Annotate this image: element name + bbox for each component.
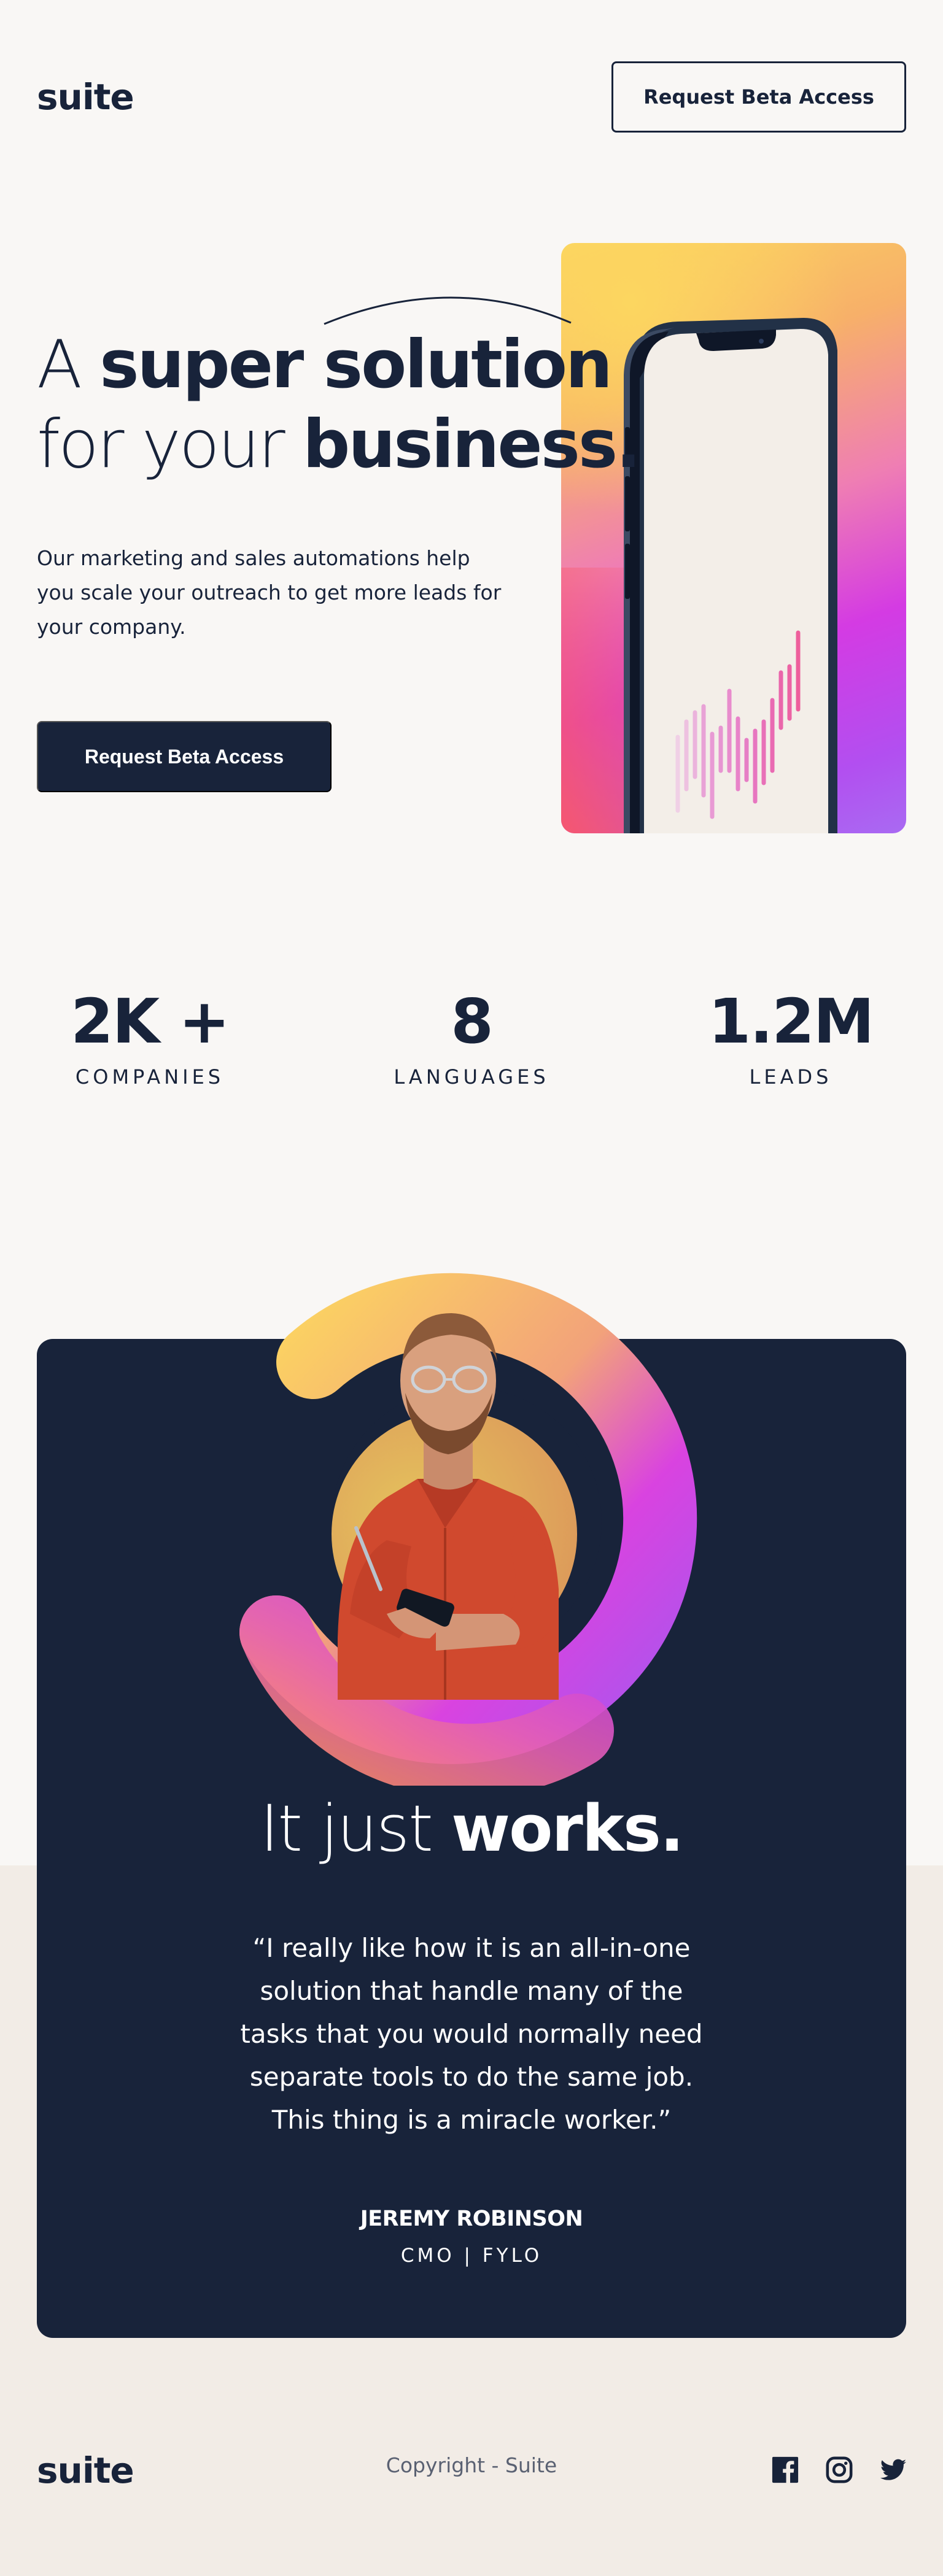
hero-request-access-button[interactable]: Request Beta Access bbox=[37, 721, 332, 792]
header-logo[interactable]: suite bbox=[37, 72, 134, 121]
headline-light-2: for your bbox=[37, 406, 303, 483]
testimonial-author-role: CMO | FYLO bbox=[400, 2245, 543, 2267]
testimonial-title-bold: works. bbox=[451, 1791, 684, 1866]
stat-label: LEADS bbox=[749, 1065, 832, 1089]
stat-value: 2K + bbox=[71, 985, 230, 1057]
headline-bold-2: business. bbox=[303, 406, 641, 483]
facebook-icon[interactable] bbox=[771, 2456, 799, 2484]
testimonial-author-name: JEREMY ROBINSON bbox=[360, 2207, 583, 2231]
headline-bold-1: super solution bbox=[99, 326, 613, 403]
footer-copyright: Copyright - Suite bbox=[386, 2453, 557, 2477]
stat-languages: 8 LANGUAGES bbox=[349, 982, 594, 1089]
hero-description: Our marketing and sales automations help… bbox=[37, 546, 502, 639]
testimonial-photo-ring bbox=[233, 1270, 724, 1798]
testimonial-quote: “I really like how it is an all-in-one s… bbox=[240, 1933, 703, 2135]
testimonial-title: It just works. bbox=[37, 1786, 906, 1872]
twitter-icon[interactable] bbox=[879, 2456, 907, 2484]
instagram-icon[interactable] bbox=[825, 2456, 853, 2484]
header-request-access-button[interactable]: Request Beta Access bbox=[611, 61, 906, 133]
stat-companies: 2K + COMPANIES bbox=[27, 982, 273, 1089]
stat-value: 8 bbox=[451, 985, 494, 1057]
stat-leads: 1.2M LEADS bbox=[668, 982, 914, 1089]
hero-headline: A super solution for your business. bbox=[37, 325, 641, 485]
stat-label: LANGUAGES bbox=[394, 1065, 549, 1089]
headline-arc-decoration bbox=[324, 296, 572, 325]
stat-label: COMPANIES bbox=[75, 1065, 225, 1089]
testimonial-title-light: It just bbox=[260, 1791, 451, 1866]
stat-value: 1.2M bbox=[708, 985, 875, 1057]
headline-light-1: A bbox=[37, 326, 100, 403]
footer-logo[interactable]: suite bbox=[37, 2446, 134, 2495]
